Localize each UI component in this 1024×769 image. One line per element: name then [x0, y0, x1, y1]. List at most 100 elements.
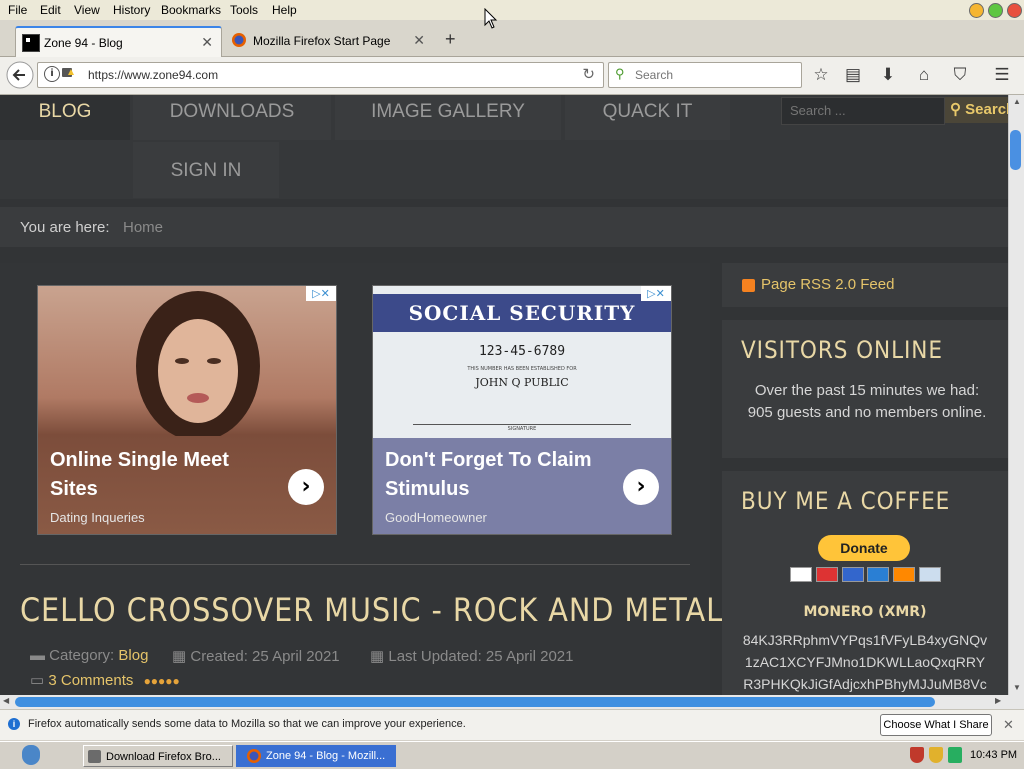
menu-history[interactable]: History — [113, 3, 150, 17]
scroll-right-icon[interactable]: ▶ — [995, 696, 1001, 705]
divider — [20, 564, 690, 565]
visitors-title: VISITORS ONLINE — [741, 336, 943, 364]
ad-photo-ss-card: SOCIAL SECURITY 123-45-6789 THIS NUMBER … — [373, 286, 671, 438]
close-tab-icon[interactable]: ✕ — [413, 32, 425, 49]
browser-search-input[interactable] — [633, 67, 797, 83]
security-shield-icon[interactable] — [910, 747, 924, 763]
vertical-scrollbar[interactable]: ▲ ▼ — [1008, 95, 1024, 695]
tab-bar: Zone 94 - Blog ✕ Mozilla Firefox Start P… — [0, 20, 1024, 57]
ad-chevron-right-icon[interactable]: › — [288, 469, 324, 505]
category-label: Category: — [49, 647, 115, 664]
maximize-button[interactable] — [988, 3, 1003, 18]
app-icon — [88, 750, 101, 763]
pocket-icon[interactable]: ⛉ — [950, 65, 970, 85]
menu-view[interactable]: View — [74, 3, 100, 17]
article-category: ▬ Category: Blog — [30, 647, 148, 664]
ad-title[interactable]: Don't Forget To Claim Stimulus — [385, 446, 615, 504]
taskbar-zone94-firefox[interactable]: Zone 94 - Blog - Mozill... — [236, 745, 396, 767]
url-bar[interactable]: i ↻ — [37, 62, 604, 88]
home-icon[interactable]: ⌂ — [914, 65, 934, 85]
menu-bookmarks[interactable]: Bookmarks — [161, 3, 221, 17]
taskbar-download-firefox[interactable]: Download Firefox Bro... — [83, 745, 233, 767]
article-comments[interactable]: ▭ 3 Comments ●●●●● — [30, 671, 180, 689]
info-icon[interactable]: i — [44, 66, 60, 82]
lock-icon[interactable] — [62, 68, 74, 77]
site-search-label: Search — [965, 101, 1008, 118]
coffee-title: BUY ME A COFFEE — [741, 487, 951, 515]
search-icon: ⚲ — [950, 101, 961, 118]
firefox-favicon-icon — [232, 33, 246, 47]
choose-what-i-share-button[interactable]: Choose What I Share — [880, 714, 992, 736]
article-title[interactable]: CELLO CROSSOVER MUSIC - ROCK AND METAL — [20, 591, 723, 629]
article-updated: ▦ Last Updated: 25 April 2021 — [370, 647, 574, 665]
menu-tools[interactable]: Tools — [230, 3, 258, 17]
updated-date: Last Updated: 25 April 2021 — [388, 648, 574, 665]
tab-zone94-blog[interactable]: Zone 94 - Blog ✕ — [15, 26, 222, 57]
visitors-panel: VISITORS ONLINE Over the past 15 minutes… — [722, 320, 1008, 458]
menu-help[interactable]: Help — [272, 3, 297, 17]
tab-firefox-start-page[interactable]: Mozilla Firefox Start Page ✕ — [225, 26, 433, 55]
ad-chevron-right-icon[interactable]: › — [623, 469, 659, 505]
scroll-left-icon[interactable]: ◀ — [3, 696, 9, 705]
hamburger-menu-icon[interactable]: ☰ — [992, 65, 1012, 85]
ad-title[interactable]: Online Single Meet Sites — [50, 446, 280, 504]
coffee-panel: BUY ME A COFFEE Donate MONERO (XMR) 84KJ… — [722, 471, 1008, 695]
comment-icon: ▭ — [30, 672, 45, 689]
payment-cards-icon — [790, 567, 942, 582]
ad-sponsor: Dating Inqueries — [50, 510, 145, 525]
breadcrumb-home[interactable]: Home — [123, 219, 163, 236]
menu-file[interactable]: File — [8, 3, 27, 17]
created-date: Created: 25 April 2021 — [190, 648, 340, 665]
category-link[interactable]: Blog — [118, 647, 148, 664]
menu-edit[interactable]: Edit — [40, 3, 61, 17]
visitors-text: Over the past 15 minutes we had: 905 gue… — [747, 382, 987, 421]
browser-search-box[interactable]: ⚲ — [608, 62, 802, 88]
nav-downloads[interactable]: DOWNLOADS — [133, 95, 331, 140]
ad-stimulus[interactable]: SOCIAL SECURITY 123-45-6789 THIS NUMBER … — [372, 285, 672, 535]
site-search-box[interactable] — [781, 97, 945, 125]
minimize-button[interactable] — [969, 3, 984, 18]
notification-bar: i Firefox automatically sends some data … — [0, 709, 1024, 740]
ad-dating[interactable]: ▷✕ Online Single Meet Sites Dating Inque… — [37, 285, 337, 535]
ad-card-footer: SIGNATURE — [507, 426, 537, 432]
task-label: Zone 94 - Blog - Mozill... — [266, 750, 386, 762]
donate-button[interactable]: Donate — [818, 535, 910, 561]
close-tab-icon[interactable]: ✕ — [201, 34, 213, 51]
nav-image-gallery[interactable]: IMAGE GALLERY — [335, 95, 561, 140]
start-menu-icon[interactable] — [22, 745, 40, 765]
update-shield-icon[interactable] — [929, 747, 943, 763]
tab-label: Zone 94 - Blog — [44, 36, 123, 50]
scroll-down-icon[interactable]: ▼ — [1013, 683, 1021, 692]
ad-choices-icon[interactable]: ▷✕ — [641, 286, 671, 301]
mouse-cursor-icon — [484, 8, 498, 29]
reading-list-icon[interactable]: ▤ — [843, 65, 863, 85]
downloads-icon[interactable]: ⬇ — [878, 65, 898, 85]
new-tab-icon[interactable]: + — [445, 29, 456, 50]
ad-card-name: JOHN Q PUBLIC — [475, 376, 569, 389]
site-search-button[interactable]: ⚲ Search — [945, 97, 1008, 123]
url-input[interactable] — [86, 67, 570, 83]
nav-blog[interactable]: BLOG — [0, 95, 130, 140]
calendar-icon: ▦ — [370, 648, 385, 665]
comments-link[interactable]: 3 Comments — [48, 672, 133, 689]
horizontal-scroll-thumb[interactable] — [15, 697, 935, 707]
ad-card-header: SOCIAL SECURITY — [373, 294, 671, 332]
reload-icon[interactable]: ↻ — [582, 65, 595, 83]
nav-sign-in[interactable]: SIGN IN — [133, 142, 279, 198]
scroll-up-icon[interactable]: ▲ — [1013, 97, 1021, 106]
close-window-button[interactable] — [1007, 3, 1022, 18]
ad-sponsor: GoodHomeowner — [385, 510, 487, 525]
back-button[interactable] — [6, 61, 34, 89]
monero-address: 84KJ3RRphmVYPqs1fVFyLB4xyGNQv1zAC1XCYFJM… — [742, 632, 988, 692]
vertical-scroll-thumb[interactable] — [1010, 130, 1021, 170]
ad-choices-icon[interactable]: ▷✕ — [306, 286, 336, 301]
site-search-input[interactable] — [788, 102, 942, 119]
rating-stars-icon: ●●●●● — [143, 674, 180, 688]
bookmark-star-icon[interactable]: ☆ — [811, 65, 831, 85]
article-created: ▦ Created: 25 April 2021 — [172, 647, 340, 665]
close-notification-icon[interactable]: ✕ — [1003, 717, 1014, 733]
info-icon: i — [8, 718, 20, 730]
nav-quack-it[interactable]: QUACK IT — [565, 95, 730, 140]
rss-feed-link[interactable]: Page RSS 2.0 Feed — [761, 276, 894, 293]
network-icon[interactable] — [948, 747, 962, 763]
